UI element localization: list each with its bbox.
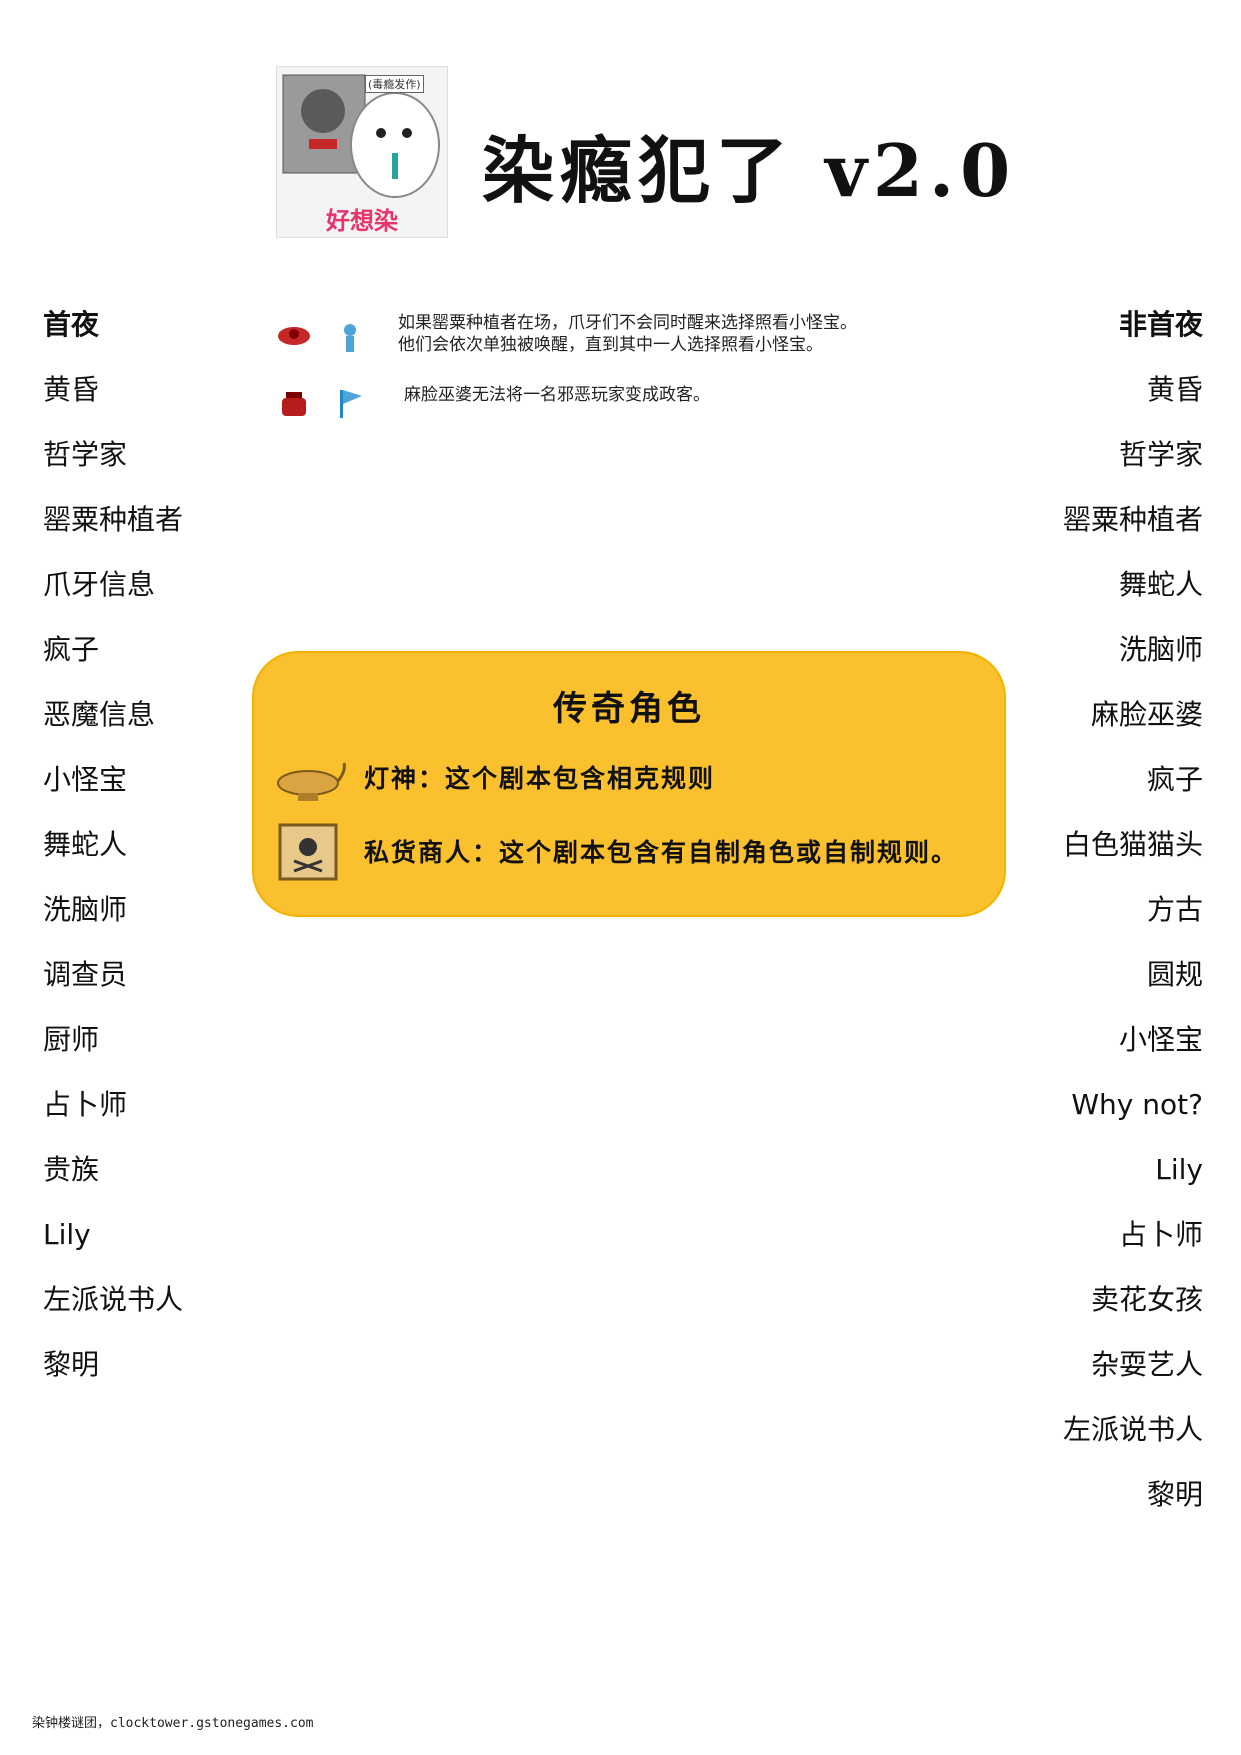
other-nights-item: 罂粟种植者 [1062, 503, 1203, 536]
logo-tag: (毒瘾发作) [365, 75, 424, 93]
first-night-item: Lily [43, 1218, 91, 1251]
poppy-grower-icon [278, 327, 310, 345]
other-nights-list: 非首夜 黄昏 哲学家 罂粟种植者 舞蛇人 洗脑师 麻脸巫婆 疯子 白色猫猫头 方… [943, 305, 1203, 1540]
first-night-item: 恶魔信息 [43, 698, 156, 731]
jinx-icon-pair [282, 390, 362, 418]
first-night-item: 罂粟种植者 [43, 503, 184, 536]
genie-lamp-icon [277, 762, 346, 801]
first-night-item: 舞蛇人 [43, 828, 128, 861]
jinx-text: 如果罂粟种植者在场，爪牙们不会同时醒来选择照看小怪宝。 他们会依次单独被唤醒，直… [398, 312, 857, 356]
other-nights-item: 哲学家 [1118, 438, 1203, 471]
first-night-item: 爪牙信息 [43, 568, 156, 601]
other-nights-item: 舞蛇人 [1118, 568, 1203, 601]
legendary-title: 传奇角色 [553, 689, 705, 729]
politician-icon [340, 390, 362, 418]
jinx-line: 他们会依次单独被唤醒，直到其中一人选择照看小怪宝。 [398, 335, 823, 355]
smuggler-crate-icon [278, 823, 338, 881]
first-night-item: 左派说书人 [43, 1283, 184, 1316]
other-nights-item: Why not? [1071, 1088, 1203, 1121]
jinx-icon-pair [278, 324, 356, 352]
jinx-text: 麻脸巫婆无法将一名邪恶玩家变成政客。 [404, 384, 710, 406]
other-nights-item: Lily [1155, 1153, 1203, 1186]
other-nights-item: 黎明 [1146, 1478, 1203, 1511]
other-nights-item: 小怪宝 [1118, 1023, 1203, 1056]
jinx-line: 如果罂粟种植者在场，爪牙们不会同时醒来选择照看小怪宝。 [398, 313, 857, 333]
first-night-item: 小怪宝 [43, 763, 128, 796]
first-night-item: 疯子 [43, 633, 100, 666]
script-logo: (毒瘾发作) 好想染 [276, 66, 448, 238]
lil-monsta-icon [344, 324, 356, 352]
other-nights-item: 圆规 [1146, 958, 1203, 991]
first-night-item: 黄昏 [43, 373, 100, 406]
legendary-row: 私货商人：这个剧本包含有自制角色或自制规则。 [268, 819, 1008, 883]
first-night-item: 调查员 [43, 958, 128, 991]
first-night-item: 哲学家 [43, 438, 128, 471]
first-night-item: 占卜师 [43, 1088, 128, 1121]
legendary-text: 私货商人：这个剧本包含有自制角色或自制规则。 [364, 838, 959, 867]
pit-hag-icon [282, 392, 306, 416]
jinx-row: 麻脸巫婆无法将一名邪恶玩家变成政客。 [270, 380, 1000, 430]
first-night-item: 贵族 [43, 1153, 100, 1186]
jinx-line: 麻脸巫婆无法将一名邪恶玩家变成政客。 [404, 385, 710, 405]
script-title: 染瘾犯了 v2.0 [482, 128, 1017, 213]
first-night-item: 厨师 [43, 1023, 100, 1056]
first-night-list: 首夜 黄昏 哲学家 罂粟种植者 爪牙信息 疯子 恶魔信息 小怪宝 舞蛇人 洗脑师… [43, 305, 253, 1410]
other-nights-item: 杂耍艺人 [1090, 1348, 1203, 1381]
legendary-text: 灯神：这个剧本包含相克规则 [364, 764, 716, 793]
logo-caption: 好想染 [326, 207, 398, 235]
first-night-heading: 首夜 [43, 308, 100, 341]
other-nights-item: 占卜师 [1118, 1218, 1203, 1251]
jinx-row: 如果罂粟种植者在场，爪牙们不会同时醒来选择照看小怪宝。 他们会依次单独被唤醒，直… [270, 312, 1000, 372]
other-nights-item: 卖花女孩 [1090, 1283, 1203, 1316]
footer-credit: 染钟楼谜团，clocktower.gstonegames.com [32, 1716, 314, 1731]
legendary-row: 灯神：这个剧本包含相克规则 [268, 745, 1008, 809]
other-nights-item: 左派说书人 [1062, 1413, 1203, 1446]
first-night-item: 黎明 [43, 1348, 100, 1381]
legendary-characters-box: 传奇角色 灯神：这个剧本包含相克规则 私货商人：这个剧本包含有自制角色或自制规则… [252, 651, 1006, 917]
first-night-item: 洗脑师 [43, 893, 128, 926]
